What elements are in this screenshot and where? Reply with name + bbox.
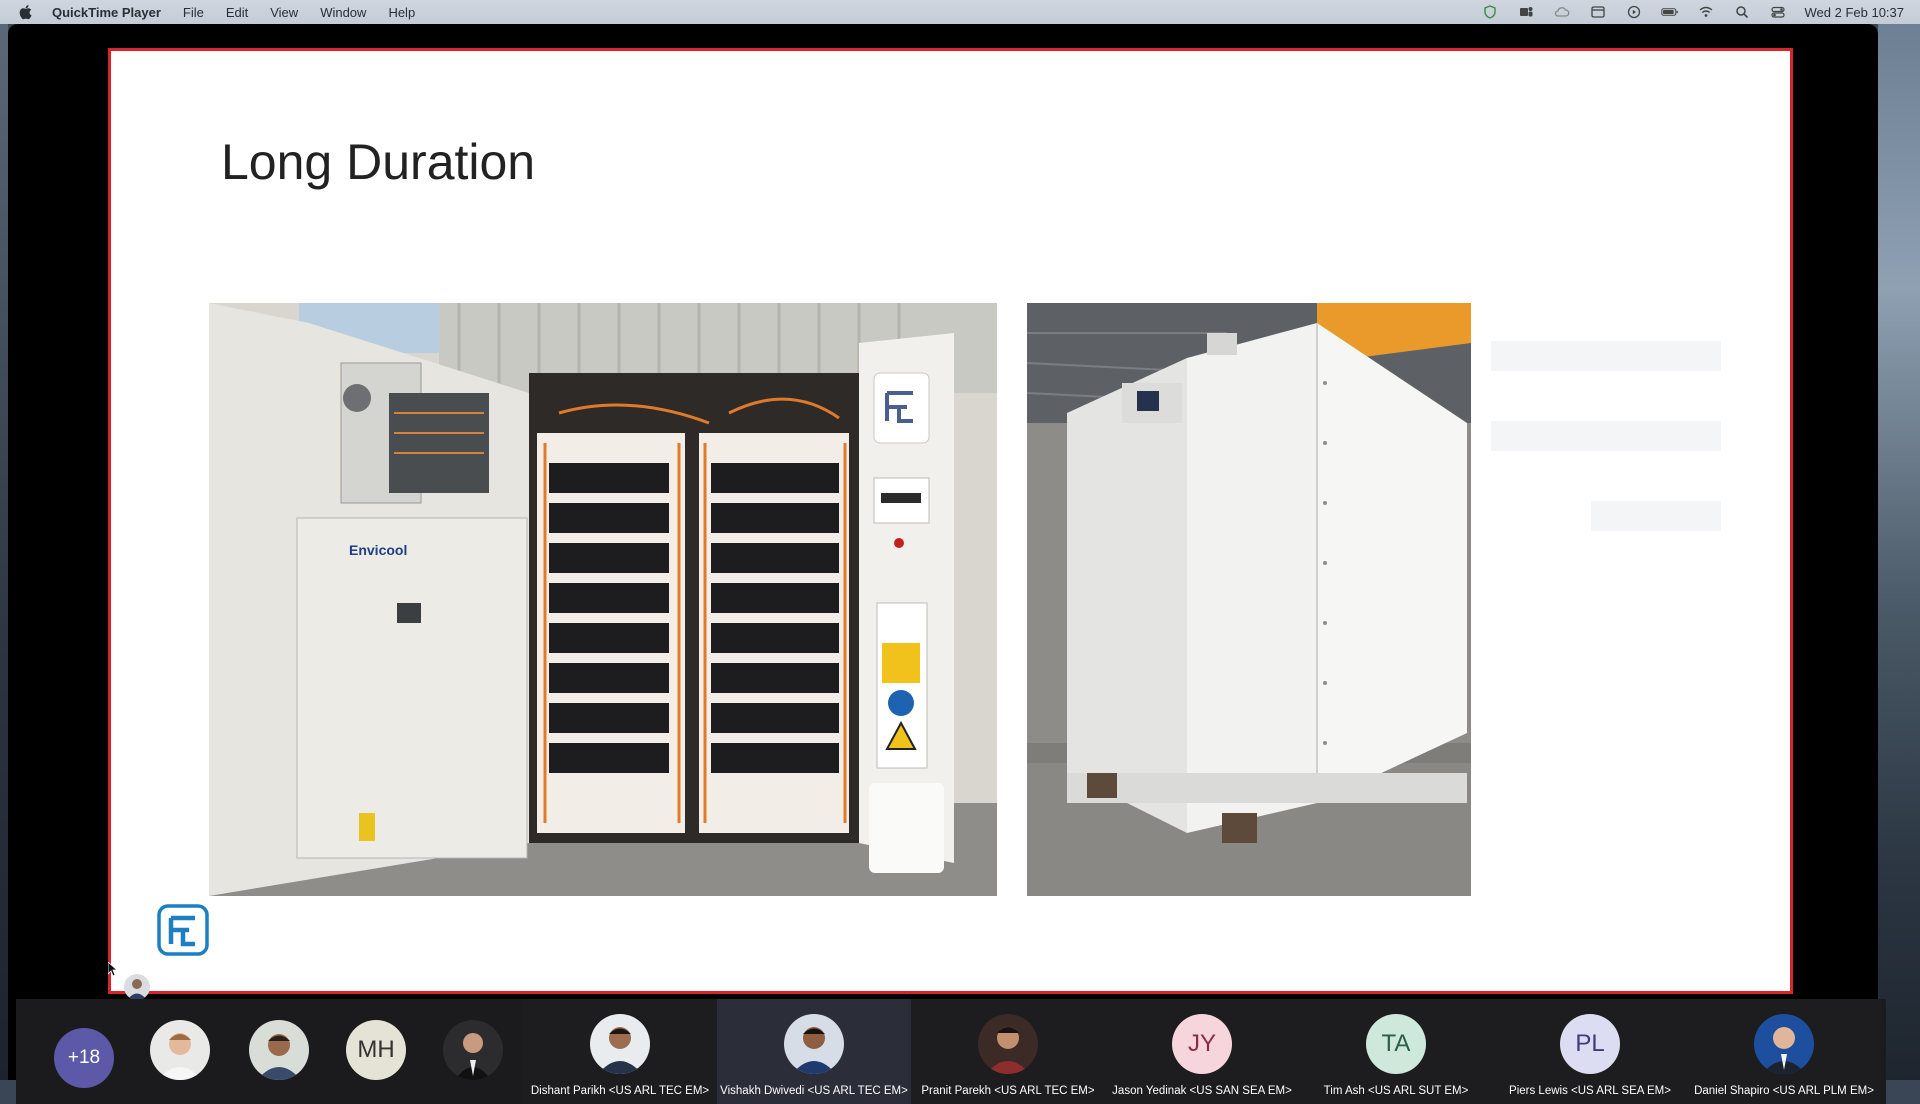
wifi-icon[interactable] <box>1697 5 1715 19</box>
participant-tile[interactable]: JY Jason Yedinak <US SAN SEA EM> <box>1105 999 1299 1104</box>
quicktime-window: Long Duration Envicool +18 MH Dishant Pa… <box>8 24 1886 1104</box>
participant-avatar <box>1754 1014 1814 1074</box>
shared-slide: Long Duration Envicool <box>108 48 1793 994</box>
participant-name: Piers Lewis <US ARL SEA EM> <box>1509 1085 1671 1097</box>
participant-tile[interactable]: Daniel Shapiro <US ARL PLM EM> <box>1687 999 1881 1104</box>
menu-edit[interactable]: Edit <box>226 5 248 20</box>
participant-tile[interactable]: PL Piers Lewis <US ARL SEA EM> <box>1493 999 1687 1104</box>
participant-name: Dishant Parikh <US ARL TEC EM> <box>530 1085 710 1097</box>
search-icon[interactable] <box>1733 5 1751 19</box>
participant-avatar[interactable] <box>150 1020 210 1080</box>
battery-icon[interactable] <box>1660 5 1679 19</box>
participant-tile[interactable]: TA Tim Ash <US ARL SUT EM> <box>1299 999 1493 1104</box>
participant-tile[interactable]: Pranit Parekh <US ARL TEC EM> <box>911 999 1105 1104</box>
cloud-icon[interactable] <box>1553 5 1571 19</box>
app-name[interactable]: QuickTime Player <box>52 5 161 20</box>
desktop-background-left <box>0 24 8 1080</box>
more-participants-button[interactable]: +18 <box>54 1028 114 1088</box>
menu-view[interactable]: View <box>270 5 298 20</box>
participant-avatar[interactable] <box>249 1020 309 1080</box>
play-icon[interactable] <box>1625 5 1643 19</box>
faded-text-block <box>1591 501 1721 531</box>
participant-avatar <box>978 1014 1038 1074</box>
participant-name: Tim Ash <US ARL SUT EM> <box>1323 1085 1469 1097</box>
menu-help[interactable]: Help <box>388 5 415 20</box>
participant-avatar <box>590 1014 650 1074</box>
envicool-logo-text: Envicool <box>349 542 407 558</box>
participant-name: Pranit Parekh <US ARL TEC EM> <box>921 1085 1095 1097</box>
teams-icon[interactable] <box>1517 5 1535 19</box>
participant-avatar-initials: JY <box>1172 1014 1232 1074</box>
faded-text-block <box>1491 341 1721 371</box>
participant-avatar <box>784 1014 844 1074</box>
control-center-icon[interactable] <box>1769 5 1787 19</box>
shield-icon[interactable] <box>1481 5 1499 19</box>
participant-avatar[interactable] <box>443 1020 503 1080</box>
company-logo-icon <box>157 904 209 956</box>
menubar-clock[interactable]: Wed 2 Feb 10:37 <box>1805 5 1905 20</box>
mouse-cursor-icon <box>108 962 118 976</box>
menu-bar: QuickTime Player File Edit View Window H… <box>0 0 1920 24</box>
desktop-background-right <box>1878 24 1920 1080</box>
battery-container-closed-photo <box>1027 303 1471 896</box>
participant-name: Vishakh Dwivedi <US ARL TEC EM> <box>720 1085 908 1097</box>
presenter-avatar <box>124 974 150 1000</box>
calendar-icon[interactable] <box>1589 5 1607 19</box>
participant-name: Jason Yedinak <US SAN SEA EM> <box>1112 1085 1292 1097</box>
menu-file[interactable]: File <box>183 5 204 20</box>
participant-avatar-initials[interactable]: MH <box>346 1020 406 1080</box>
faded-text-block <box>1491 421 1721 451</box>
apple-icon[interactable] <box>18 4 32 20</box>
participant-avatar-initials: TA <box>1366 1014 1426 1074</box>
participant-avatar-initials: PL <box>1560 1014 1620 1074</box>
battery-cabinet-open-photo: Envicool <box>209 303 997 896</box>
menu-window[interactable]: Window <box>320 5 366 20</box>
participant-tile-active[interactable]: Vishakh Dwivedi <US ARL TEC EM> <box>717 999 911 1104</box>
participant-tile[interactable]: Dishant Parikh <US ARL TEC EM> <box>523 999 717 1104</box>
participant-name: Daniel Shapiro <US ARL PLM EM> <box>1694 1085 1874 1097</box>
participants-strip: +18 MH Dishant Parikh <US ARL TEC EM> Vi… <box>16 999 1886 1104</box>
slide-title: Long Duration <box>221 134 536 190</box>
